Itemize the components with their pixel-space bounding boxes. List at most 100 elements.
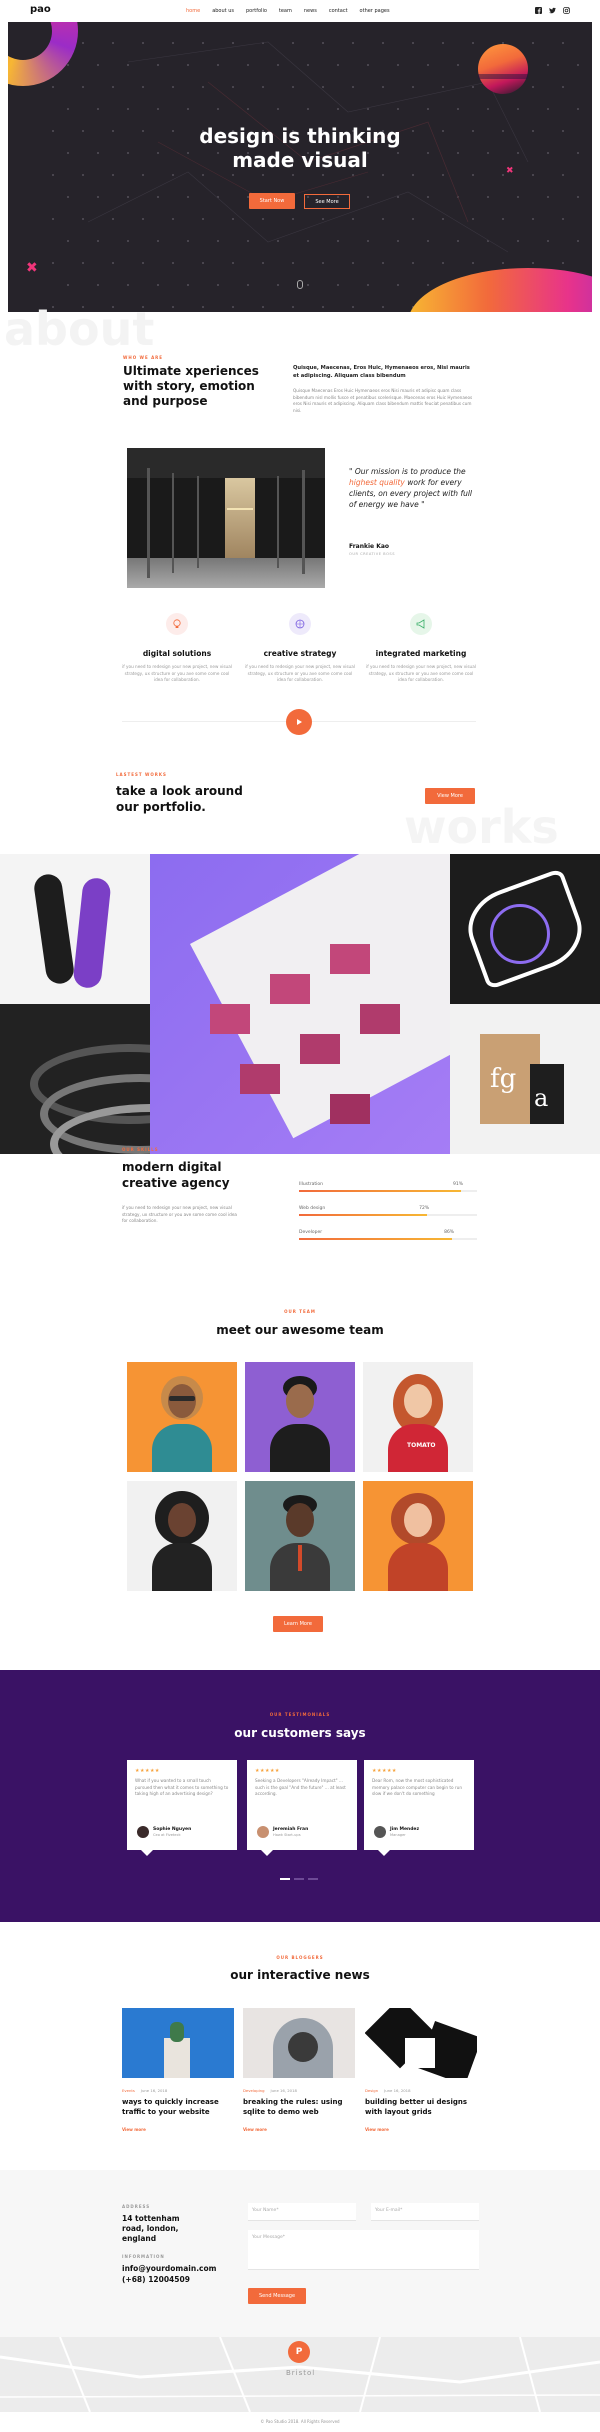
about-heading: Ultimate xperiences with story, emotion … [123,364,259,408]
start-now-button[interactable]: Start Now [249,193,295,209]
map-pin-icon[interactable]: P [288,2341,310,2363]
menu-item-other-pages[interactable]: other pages [360,8,390,14]
location-map[interactable]: P Bristol [0,2337,600,2412]
service-digital-solutions: digital solutions if you need to redesig… [122,613,232,684]
team-member-1[interactable] [127,1362,237,1472]
menu-item-team[interactable]: team [279,8,292,14]
megaphone-icon [410,613,432,635]
portfolio-building[interactable] [150,854,450,1154]
name-field[interactable]: Your Name* [248,2203,356,2221]
about-body: Quisque Maecenas Eros Huic Hymenaeos ero… [293,388,473,413]
contact-email[interactable]: info@yourdomain.com [122,2264,216,2273]
rating-stars: ★★★★★ [135,1768,160,1774]
skills-desc: if you need to redesign your new project… [122,1205,237,1223]
skill-percent: 86% [444,1230,455,1235]
team-member-6[interactable] [363,1481,473,1591]
send-message-button[interactable]: Send Message [248,2288,306,2304]
news-card-1[interactable]: Events June 16, 2018 ways to quickly incr… [122,2008,234,2132]
hero-section: ✖ ✖ design is thinking made visual Start… [8,22,592,312]
menu-item-news[interactable]: news [304,8,317,14]
scroll-mouse-icon[interactable] [297,280,303,289]
skills-heading-line2: creative agency [122,1176,230,1190]
view-more-works-button[interactable]: View More [425,788,475,804]
email-field[interactable]: Your E-mail* [371,2203,479,2221]
team-label: OUR TEAM [284,1309,316,1314]
compass-icon [289,613,311,635]
carousel-dot[interactable] [308,1878,318,1880]
news-card-3[interactable]: Design June 16, 2018 building better ui d… [365,2008,477,2132]
map-city-label: Bristol [286,2369,316,2377]
carousel-dot[interactable] [294,1878,304,1880]
lightbulb-icon [166,613,188,635]
carousel-pagination [280,1878,318,1880]
skills-label: OUR SKILLS [122,1147,159,1152]
about-watermark: about [4,302,155,356]
instagram-icon[interactable] [563,7,570,14]
view-more-link[interactable]: View more [122,2127,234,2132]
testimonials-section: OUR TESTIMONIALS our customers says ★★★★… [0,1670,600,1922]
facebook-icon[interactable] [535,7,542,14]
service-creative-strategy: creative strategy if you need to redesig… [245,613,355,684]
portfolio-calligraphy[interactable] [450,854,600,1004]
works-watermark: works [404,800,559,854]
skill-bar-fill [299,1214,428,1216]
news-image-geometric [365,2008,477,2078]
portfolio-paper-bag[interactable]: fg a [450,1004,600,1154]
twitter-icon[interactable] [549,7,556,14]
news-image-cactus [122,2008,234,2078]
menu-item-about[interactable]: about us [212,8,234,14]
portfolio-curves[interactable] [0,1004,150,1154]
rating-stars: ★★★★★ [372,1768,397,1774]
team-heading: meet our awesome team [216,1323,384,1337]
message-field[interactable]: Your Message* [248,2230,479,2270]
view-more-link[interactable]: View more [243,2127,355,2132]
portfolio-skateboards[interactable] [0,854,150,1004]
team-member-3[interactable]: TOMATO [363,1362,473,1472]
skill-percent: 91% [452,1182,463,1187]
skill-bar-fill [299,1190,461,1192]
service-integrated-marketing: integrated marketing if you need to rede… [366,613,476,684]
skill-bar-track [299,1190,477,1192]
contact-phone[interactable]: (+68) 12004509 [122,2275,190,2284]
hero-x-mark-left: ✖ [26,260,38,276]
rating-stars: ★★★★★ [255,1768,280,1774]
learn-more-team-button[interactable]: Learn More [273,1616,323,1632]
view-more-link[interactable]: View more [365,2127,477,2132]
top-navbar: pao home about us portfolio team news co… [0,0,600,22]
main-menu: home about us portfolio team news contac… [186,8,390,14]
logo[interactable]: pao [30,4,51,15]
testimonials-label: OUR TESTIMONIALS [269,1712,331,1717]
play-icon [297,719,302,725]
team-member-5[interactable] [245,1481,355,1591]
avatar [374,1826,386,1838]
testimonial-card-2: ★★★★★ Seeking a Developers "Already Impa… [247,1760,357,1856]
about-lead: Quisque, Maecenas, Eros Huic, Hymenaeos … [293,365,470,379]
team-member-4[interactable] [127,1481,237,1591]
testimonial-card-1: ★★★★★ What if you wanted to a small touc… [127,1760,237,1856]
play-video-button[interactable] [286,709,312,735]
carousel-dot-active[interactable] [280,1878,290,1880]
hero-title-line1: design is thinking [199,124,401,148]
testimonial-card-3: ★★★★★ Dear Rom, now the most sophisticat… [364,1760,474,1856]
see-more-button[interactable]: See More [304,194,350,209]
menu-item-portfolio[interactable]: portfolio [246,8,267,14]
quote-highlight: highest quality [349,478,405,487]
skill-name: Developer [299,1230,323,1235]
menu-item-contact[interactable]: contact [329,8,348,14]
hero-planet-stripe [478,74,528,79]
address-text: 14 tottenham road, london, england [122,2214,180,2243]
address-label: ADDRESS [122,2204,151,2209]
footer: © Pao Studio 2018. All Rights Reserved [0,2412,600,2432]
testimonials-heading: our customers says [234,1726,366,1740]
skill-percent: 72% [419,1206,430,1211]
info-label: INFORMATION [122,2254,165,2259]
menu-item-home[interactable]: home [186,8,200,14]
team-member-2[interactable] [245,1362,355,1472]
news-image-hoodie [243,2008,355,2078]
news-card-2[interactable]: Developing June 16, 2018 breaking the rul… [243,2008,355,2132]
hero-title-line2: made visual [232,148,368,172]
skill-bar-track [299,1214,477,1216]
social-links [535,7,570,14]
avatar [257,1826,269,1838]
office-photo [127,448,325,588]
